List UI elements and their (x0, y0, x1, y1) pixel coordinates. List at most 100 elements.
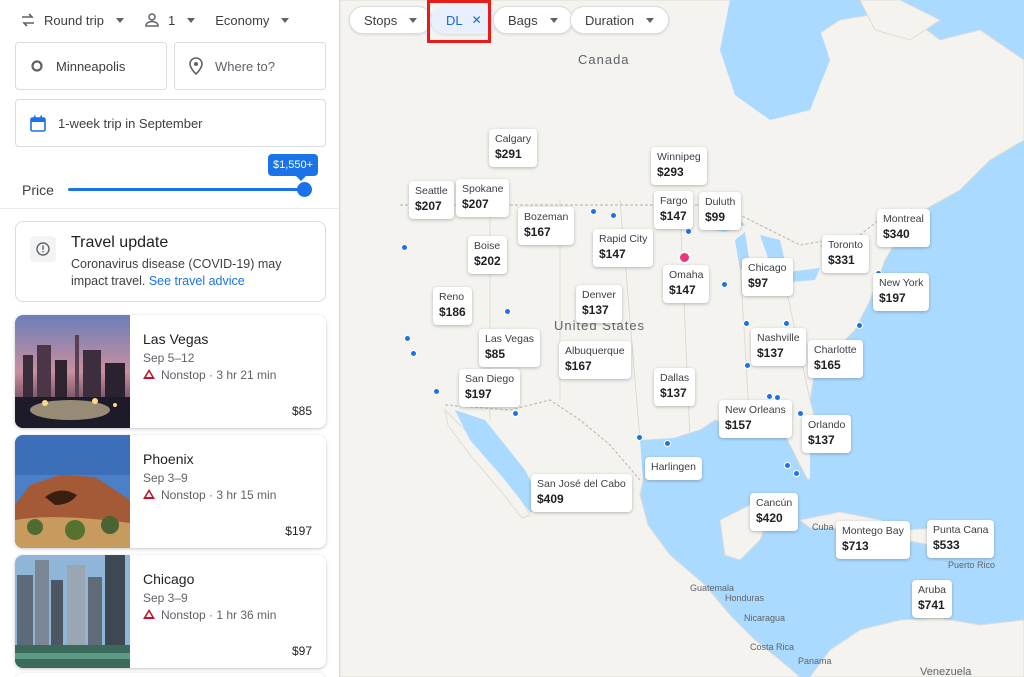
map-label-costa-rica: Costa Rica (750, 642, 795, 652)
map-pin-montego-bay[interactable]: Montego Bay $713 (836, 521, 910, 559)
chevron-down-icon (549, 17, 558, 23)
travel-update-card: Travel update Coronavirus disease (COVID… (15, 221, 326, 302)
map-pin-nashville[interactable]: Nashville $137 (751, 328, 806, 366)
result-card-chicago[interactable]: Chicago Sep 3–9 Nonstop · 1 hr 36 min $9… (15, 555, 326, 668)
result-card-partial[interactable] (15, 673, 326, 677)
result-flight-text: Nonstop · 3 hr 15 min (161, 488, 277, 502)
map-pin-denver[interactable]: Denver $137 (576, 285, 622, 323)
map-pin-albuquerque[interactable]: Albuquerque $167 (559, 341, 631, 379)
map-pin-san-jose-del-cabo[interactable]: San José del Cabo $409 (531, 474, 632, 512)
map-pin-bozeman[interactable]: Bozeman $167 (518, 207, 575, 245)
destination-dot[interactable] (590, 208, 597, 215)
trip-type-select[interactable]: Round trip (20, 12, 124, 28)
map-pin-las-vegas[interactable]: Las Vegas $85 (479, 329, 541, 367)
map-pin-chicago[interactable]: Chicago $97 (742, 258, 793, 296)
destination-dot[interactable] (404, 335, 411, 342)
map-label-cuba: Cuba (812, 522, 834, 532)
destination-field[interactable]: Where to? (174, 42, 326, 90)
cabin-class-label: Economy (215, 12, 270, 28)
map-pin-toronto[interactable]: Toronto $331 (822, 235, 870, 273)
map-label-puerto-rico: Puerto Rico (948, 560, 996, 570)
map-pin-boise[interactable]: Boise $202 (468, 236, 507, 274)
destination-dot[interactable] (512, 410, 519, 417)
map-pin-punta-cana[interactable]: Punta Cana $533 (927, 520, 995, 558)
destination-dot[interactable] (636, 434, 643, 441)
result-flight-info: Nonstop · 1 hr 36 min (143, 608, 276, 622)
destination-dot[interactable] (743, 320, 750, 327)
cabin-class-select[interactable]: Economy (215, 12, 290, 28)
destination-dot[interactable] (784, 462, 791, 469)
delta-logo-icon (143, 368, 155, 382)
chevron-down-icon (646, 17, 655, 23)
map-pin-seattle[interactable]: Seattle $207 (409, 181, 454, 219)
origin-field[interactable]: Minneapolis (15, 42, 167, 90)
map-pin-new-york[interactable]: New York $197 (873, 273, 930, 311)
price-max-badge: $1,550+ (268, 154, 319, 181)
dates-value: 1-week trip in September (58, 115, 203, 131)
destination-dot[interactable] (610, 212, 617, 219)
map-label-venezuela: Venezuela (920, 666, 972, 677)
result-flight-info: Nonstop · 3 hr 15 min (143, 488, 276, 502)
map-label-canada: Canada (578, 52, 630, 67)
map-label-guatemala: Guatemala (690, 583, 735, 593)
destination-dot[interactable] (856, 322, 863, 329)
map-pin-spokane[interactable]: Spokane $207 (456, 179, 510, 217)
result-price: $85 (291, 404, 312, 418)
result-card-las-vegas[interactable]: Las Vegas Sep 5–12 Nonstop · 3 hr 21 min… (15, 315, 326, 428)
duration-filter-chip[interactable]: Duration (570, 6, 670, 34)
destination-dot[interactable] (793, 470, 800, 477)
destination-dot[interactable] (685, 228, 692, 235)
destination-dot[interactable] (721, 281, 728, 288)
map-pin-san-diego[interactable]: San Diego $197 (459, 369, 521, 407)
map-pin-cancun[interactable]: Cancún $420 (750, 493, 799, 531)
map-pin-reno[interactable]: Reno $186 (433, 287, 472, 325)
destination-dot[interactable] (664, 440, 671, 447)
destination-dot[interactable] (504, 308, 511, 315)
origin-value: Minneapolis (56, 58, 126, 74)
bags-filter-chip[interactable]: Bags (493, 6, 573, 34)
destination-dot[interactable] (766, 393, 773, 400)
destination-dot[interactable] (783, 320, 790, 327)
map-pin-rapid-city[interactable]: Rapid City $147 (593, 229, 654, 267)
duration-filter-label: Duration (585, 12, 635, 28)
chicago-photo (15, 555, 130, 668)
origin-marker (678, 251, 691, 264)
dates-field[interactable]: 1-week trip in September (15, 99, 326, 147)
travel-advice-link[interactable]: See travel advice (149, 274, 245, 288)
map-pin-duluth[interactable]: Duluth $99 (699, 192, 742, 230)
info-icon (30, 236, 56, 262)
result-city: Las Vegas (143, 331, 209, 347)
map-pin-harlingen[interactable]: Harlingen (645, 457, 702, 480)
highlight-box (427, 0, 491, 43)
destinations-map[interactable]: Canada United States Cuba Puerto Rico Gu… (340, 0, 1024, 677)
map-pin-charlotte[interactable]: Charlotte $165 (808, 340, 863, 378)
passengers-select[interactable]: 1 (144, 12, 196, 28)
price-slider-handle[interactable] (297, 182, 312, 197)
map-pin-dallas[interactable]: Dallas $137 (654, 368, 696, 406)
travel-update-body: Coronavirus disease (COVID-19) may impac… (71, 256, 311, 290)
destination-dot[interactable] (433, 388, 440, 395)
map-pin-calgary[interactable]: Calgary $291 (489, 129, 538, 167)
map-pin-orlando[interactable]: Orlando $137 (802, 415, 852, 453)
destination-dot[interactable] (401, 244, 408, 251)
map-pin-new-orleans[interactable]: New Orleans $157 (719, 400, 792, 438)
left-panel: Round trip 1 Economy Minneapolis Where t… (0, 0, 340, 677)
map-pin-winnipeg[interactable]: Winnipeg $293 (651, 147, 707, 185)
trip-type-label: Round trip (44, 12, 104, 28)
delta-logo-icon (143, 488, 155, 502)
origin-circle-icon (30, 59, 44, 73)
result-flight-text: Nonstop · 3 hr 21 min (161, 368, 277, 382)
map-pin-omaha[interactable]: Omaha $147 (663, 265, 710, 303)
stops-filter-chip[interactable]: Stops (349, 6, 433, 34)
price-slider-track[interactable] (68, 188, 306, 191)
destination-dot[interactable] (410, 350, 417, 357)
map-pin-fargo[interactable]: Fargo $147 (654, 191, 694, 229)
bags-filter-label: Bags (508, 12, 538, 28)
calendar-icon (30, 115, 46, 132)
stops-filter-label: Stops (364, 12, 398, 28)
destination-dot[interactable] (744, 362, 751, 369)
swap-arrows-icon (20, 12, 36, 28)
result-card-phoenix[interactable]: Phoenix Sep 3–9 Nonstop · 3 hr 15 min $1… (15, 435, 326, 548)
map-pin-aruba[interactable]: Aruba $741 (912, 580, 953, 618)
map-pin-montreal[interactable]: Montreal $340 (877, 209, 930, 247)
